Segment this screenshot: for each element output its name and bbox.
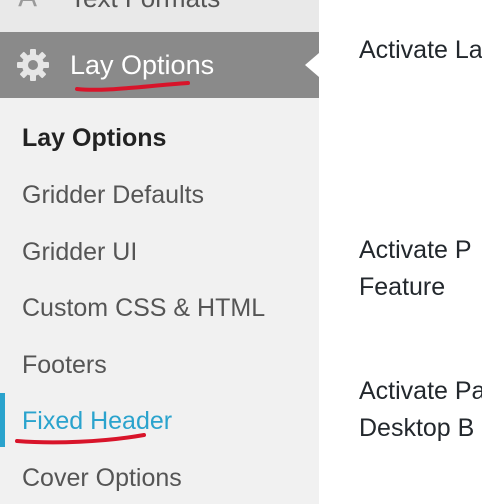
sidebar-item-text-formats[interactable]: A Text Formats [0,0,319,32]
settings-content: Activate La Activate P Feature Activate … [319,0,482,504]
text-formats-icon: A [18,0,37,13]
sidebar-item-label: Lay Options [70,50,215,80]
submenu-item-cover-options[interactable]: Cover Options [22,464,182,493]
submenu-item-gridder-ui[interactable]: Gridder UI [22,238,137,267]
submenu-item-lay-options[interactable]: Lay Options [22,124,166,153]
admin-sidebar: A Text Formats Lay Options Lay Options G… [0,0,319,504]
annotation-underline [15,433,146,445]
setting-label: Activate La [359,36,482,64]
gear-icon [17,49,49,81]
setting-label: Activate P Feature [359,236,472,301]
setting-label: Activate Pa Desktop B [359,377,482,442]
annotation-underline [75,81,190,92]
current-item-indicator [0,393,5,447]
sidebar-item-label: Text Formats [70,0,220,14]
submenu-item-custom-css-html[interactable]: Custom CSS & HTML [22,294,265,323]
current-menu-arrow [305,53,319,77]
submenu-item-gridder-defaults[interactable]: Gridder Defaults [22,181,204,210]
submenu-item-footers[interactable]: Footers [22,351,107,380]
